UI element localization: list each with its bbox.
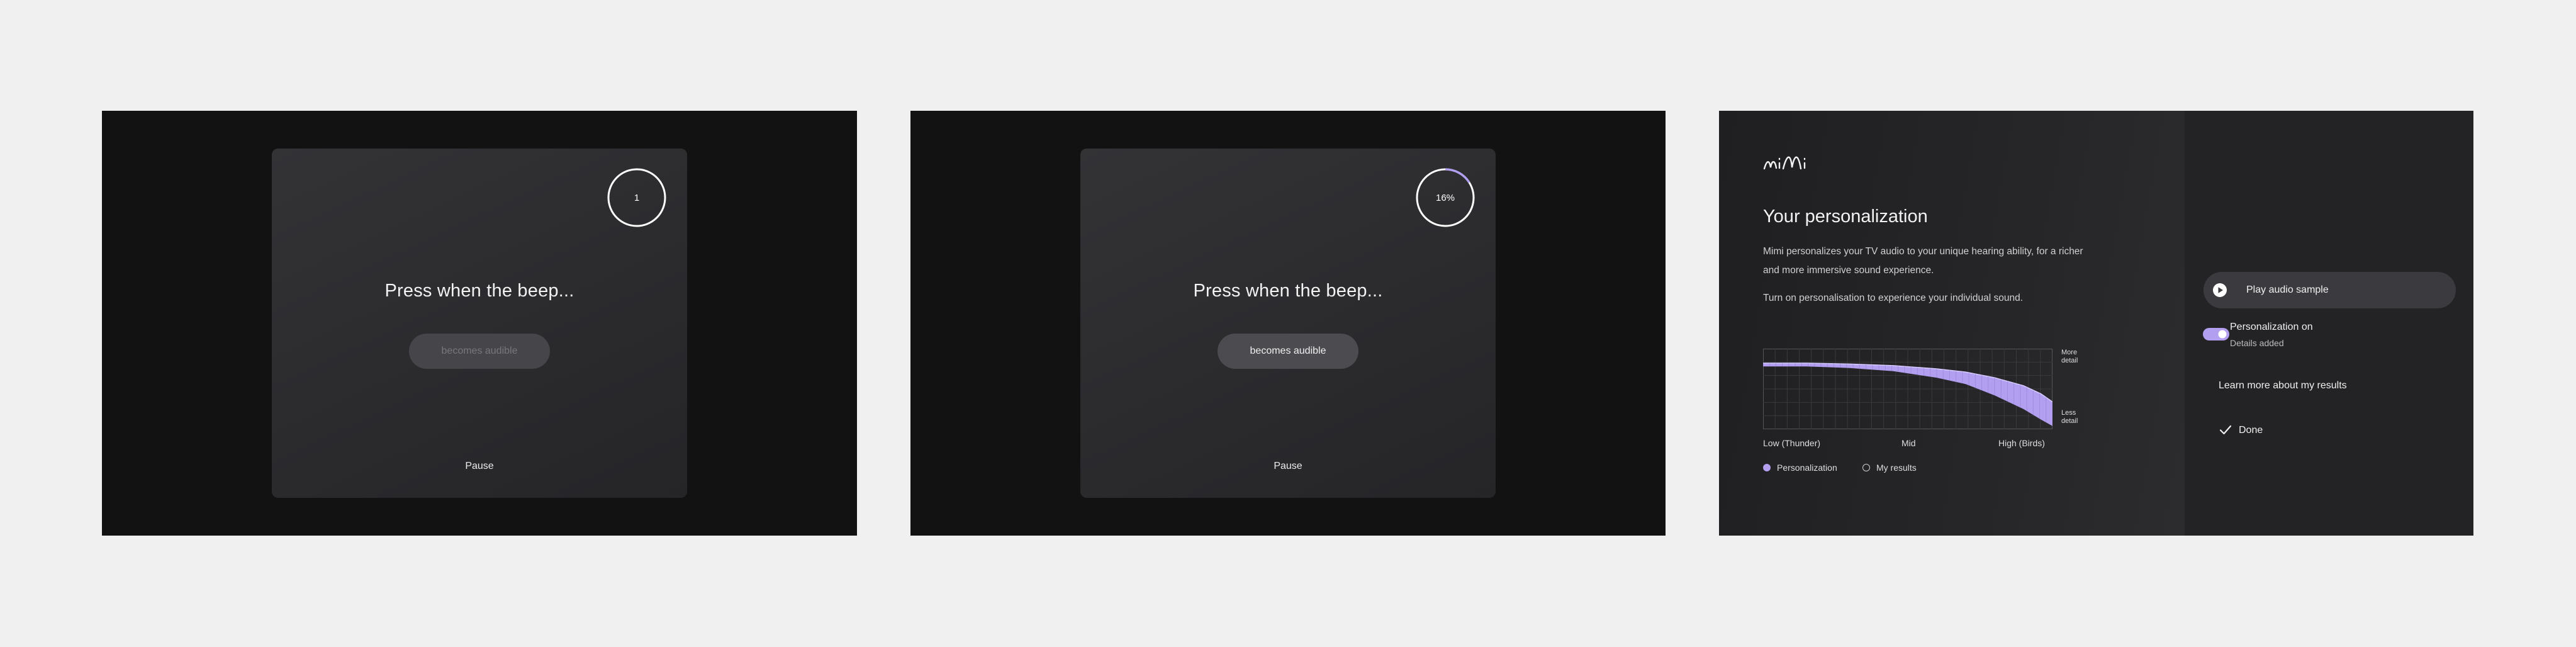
play-audio-sample-button[interactable]: Play audio sample	[2204, 272, 2456, 308]
x-tick-label-low: Low (Thunder)	[1763, 438, 1821, 448]
legend-filled-dot-icon	[1763, 464, 1771, 471]
legend-personalization: Personalization	[1763, 463, 1837, 473]
test-card: 1 Press when the beep... becomes audible…	[272, 149, 687, 498]
play-icon	[2213, 283, 2227, 297]
hearing-test-screen-progress: 16% Press when the beep... becomes audib…	[910, 111, 1666, 536]
page-title: Your personalization	[1763, 206, 1928, 227]
legend-label: My results	[1876, 463, 1917, 473]
mimi-logo	[1763, 150, 1816, 178]
results-panel: Your personalization Mimi personalizes y…	[1719, 111, 2185, 536]
play-audio-sample-label: Play audio sample	[2246, 284, 2329, 295]
mimi-logo-graphic	[1763, 156, 1806, 170]
test-prompt-title: Press when the beep...	[1193, 281, 1383, 301]
done-button[interactable]: Done	[2185, 418, 2473, 443]
y-tick-label-top: More detail	[2061, 349, 2078, 364]
x-tick-label-mid: Mid	[1901, 438, 1916, 448]
pause-button[interactable]: Pause	[1080, 461, 1496, 472]
toggle-icon[interactable]	[2202, 327, 2230, 341]
progress-label: 16%	[1435, 192, 1455, 203]
legend-label: Personalization	[1777, 463, 1837, 473]
personalization-results-screen: Your personalization Mimi personalizes y…	[1719, 111, 2473, 536]
description-text: Mimi personalizes your TV audio to your …	[1763, 246, 2083, 276]
hearing-test-screen-start: 1 Press when the beep... becomes audible…	[102, 111, 857, 536]
done-label: Done	[2239, 425, 2263, 436]
toggle-label: Personalization on	[2230, 322, 2313, 332]
toggle-sub-label: Details added	[2230, 338, 2284, 348]
becomes-audible-button[interactable]: becomes audible	[409, 334, 550, 369]
check-icon	[2219, 425, 2232, 435]
legend-my-results: My results	[1862, 463, 1917, 473]
progress-label: 1	[634, 192, 640, 203]
test-card: 16% Press when the beep... becomes audib…	[1080, 149, 1496, 498]
learn-more-link[interactable]: Learn more about my results	[2219, 380, 2347, 391]
personalization-toggle-row[interactable]: Personalization on Details added	[2185, 318, 2473, 354]
x-tick-label-high: High (Birds)	[1998, 438, 2045, 448]
test-prompt-title: Press when the beep...	[384, 281, 574, 301]
action-menu: Play audio sample Personalization on Det…	[2185, 111, 2473, 536]
becomes-audible-button[interactable]: becomes audible	[1218, 334, 1358, 369]
hearing-chart	[1763, 349, 2052, 429]
progress-ring: 1	[607, 167, 667, 228]
pause-button[interactable]: Pause	[272, 461, 687, 472]
y-tick-label-bottom: Less detail	[2061, 409, 2078, 425]
legend-hollow-dot-icon	[1862, 464, 1870, 471]
instruction-text: Turn on personalisation to experience yo…	[1763, 293, 2024, 303]
progress-ring: 16%	[1415, 167, 1476, 228]
